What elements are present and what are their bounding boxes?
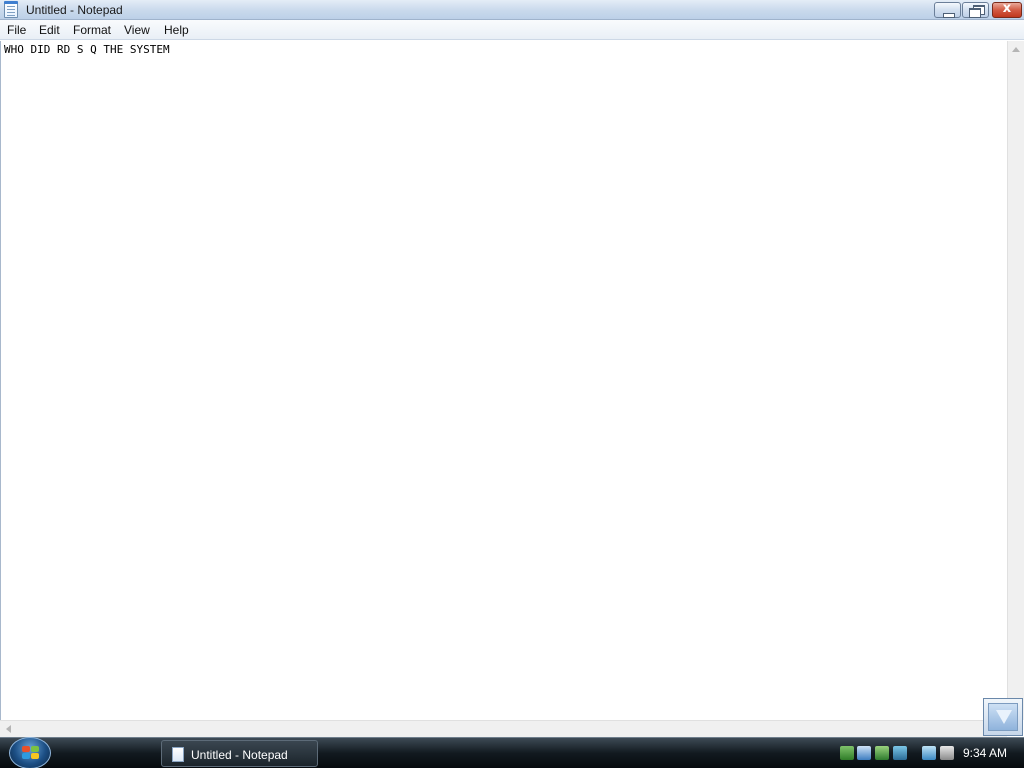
notepad-app-icon[interactable] [4,1,18,18]
notepad-icon [172,747,184,762]
scroll-up-icon[interactable] [1012,47,1020,52]
menu-help[interactable]: Help [164,23,189,37]
download-widget[interactable] [983,698,1023,736]
clock[interactable]: 9:34 AM [963,746,1007,760]
window-title: Untitled - Notepad [26,3,123,17]
start-button[interactable] [9,737,51,768]
editor-content[interactable]: WHO DID RD S Q THE SYSTEM [4,43,170,56]
close-icon: x [1002,1,1012,16]
horizontal-scrollbar[interactable] [0,720,1007,737]
restore-button[interactable] [962,2,989,18]
taskbar-notepad-button[interactable]: Untitled - Notepad [161,740,318,767]
taskbar-button-label: Untitled - Notepad [191,748,288,762]
title-bar[interactable]: Untitled - Notepad x [0,0,1024,20]
scroll-left-icon[interactable] [6,725,11,733]
taskbar: Untitled - Notepad 9:34 AM [0,737,1024,768]
close-button[interactable]: x [992,1,1022,18]
menu-edit[interactable]: Edit [39,23,60,37]
monitor-icon[interactable] [857,746,871,760]
text-editor[interactable]: WHO DID RD S Q THE SYSTEM [0,41,1007,720]
download-arrow-icon [988,703,1018,731]
display-icon[interactable] [893,746,907,760]
shield-icon[interactable] [875,746,889,760]
minimize-button[interactable] [934,2,961,18]
vertical-scrollbar[interactable] [1007,41,1024,720]
network-connection-icon[interactable] [922,746,936,760]
menu-file[interactable]: File [7,23,26,37]
menu-format[interactable]: Format [73,23,111,37]
windows-logo-icon [22,746,40,761]
menu-view[interactable]: View [124,23,150,37]
network-icon[interactable] [840,746,854,760]
menu-bar: File Edit Format View Help [0,20,1024,40]
volume-muted-icon[interactable] [940,746,954,760]
